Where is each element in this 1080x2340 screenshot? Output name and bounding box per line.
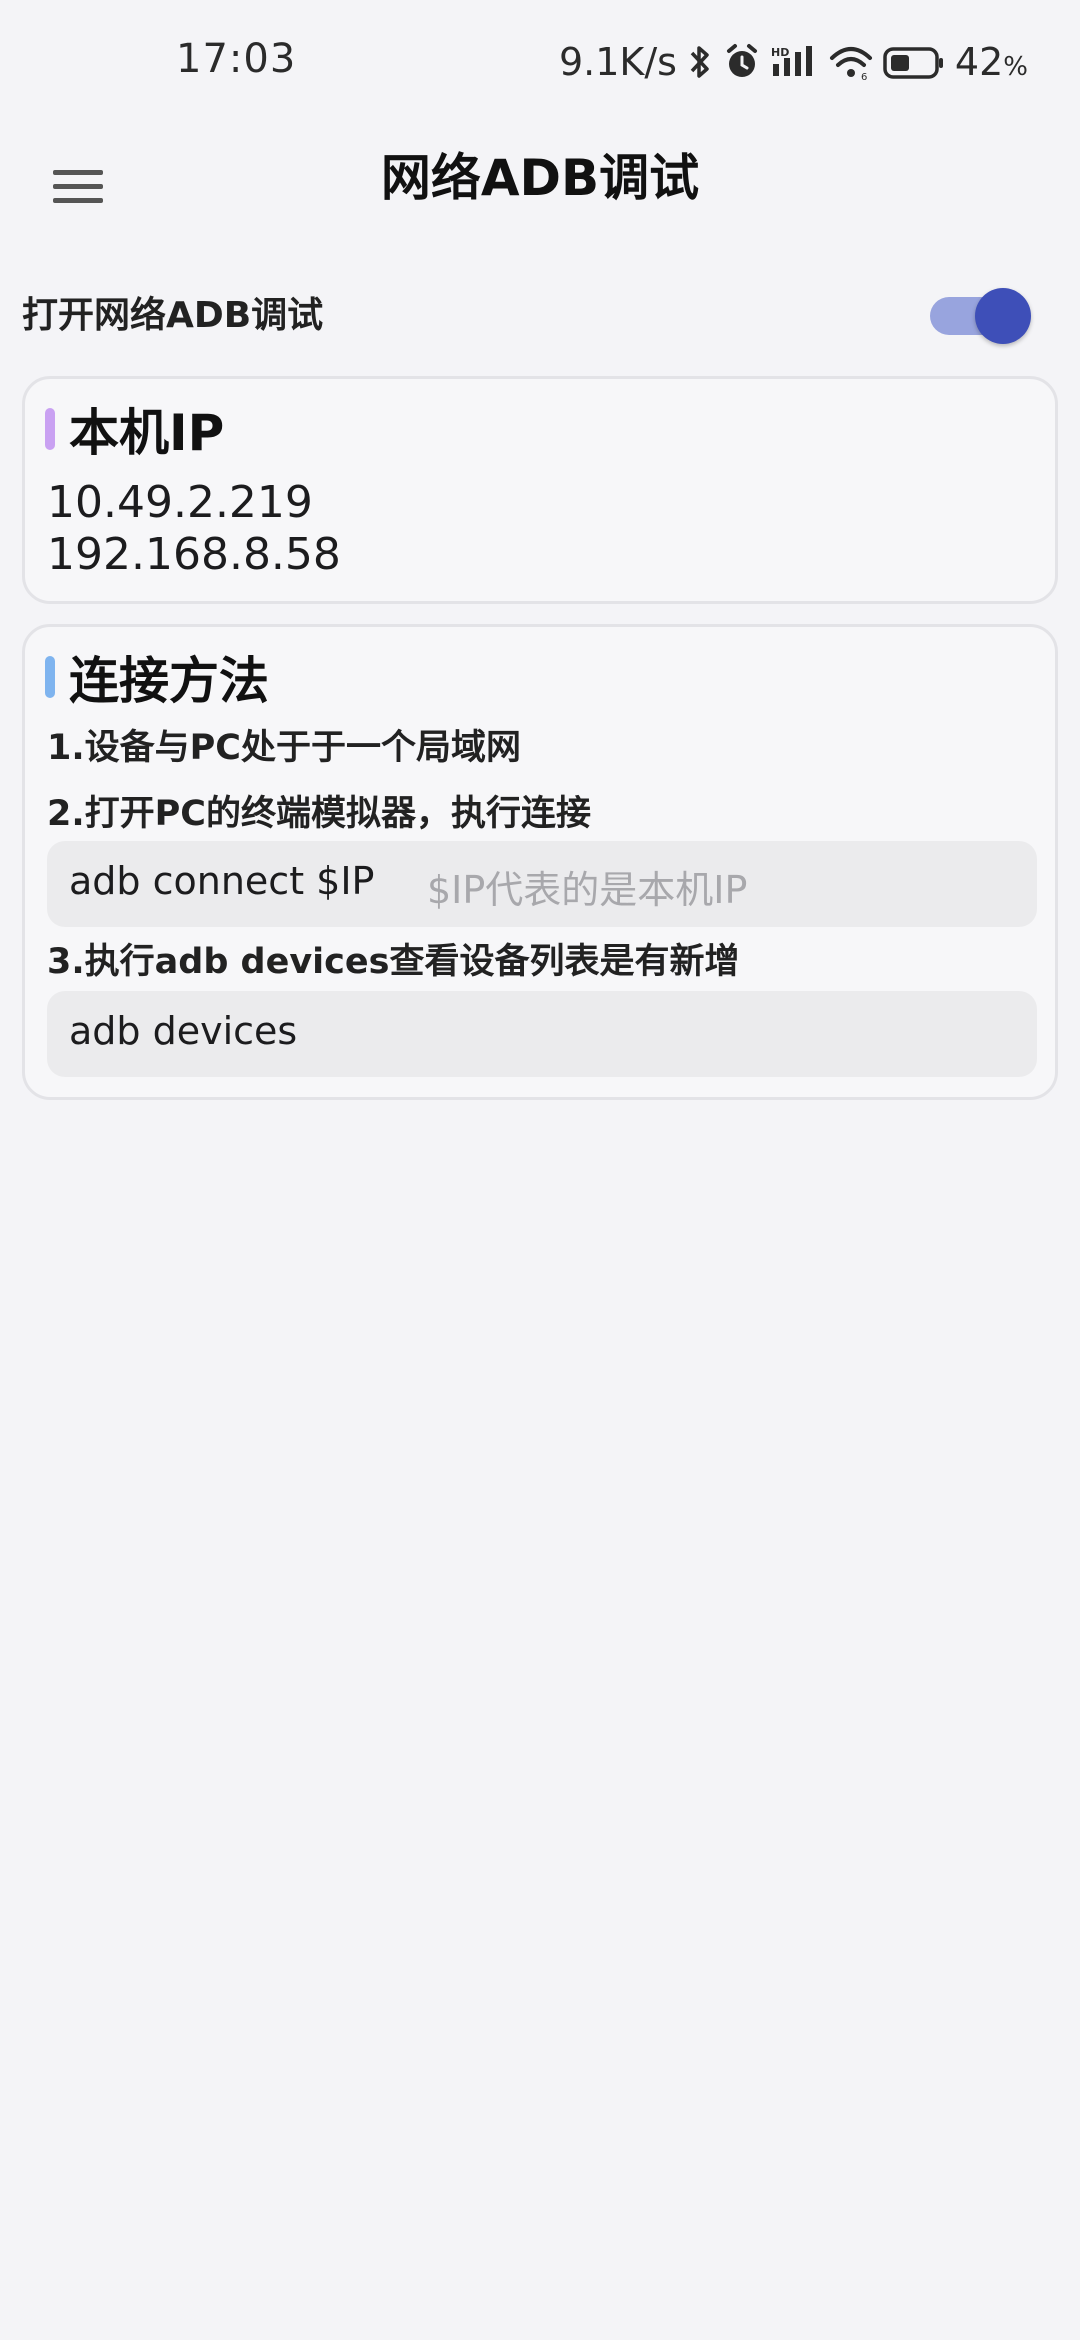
- connect-method-card: 连接方法 1.设备与PC处于于一个局域网 2.打开PC的终端模拟器，执行连接 a…: [22, 624, 1058, 1100]
- svg-text:HD: HD: [771, 46, 789, 59]
- status-bar: 17:03 9.1K/s HD 6 42%: [0, 0, 1080, 124]
- step-3: 3.执行adb devices查看设备列表是有新增: [47, 942, 740, 982]
- connect-command-hint: $IP代表的是本机IP: [427, 868, 748, 912]
- screen: 17:03 9.1K/s HD 6 42% 网络ADB调试 打开网络ADB调试 …: [0, 0, 1080, 2340]
- devices-command-box[interactable]: adb devices: [47, 991, 1037, 1077]
- switch-thumb: [975, 288, 1031, 344]
- network-speed: 9.1K/s: [558, 40, 677, 84]
- status-time: 17:03: [176, 36, 297, 82]
- devices-command: adb devices: [69, 1009, 298, 1053]
- battery-percent: 42%: [955, 40, 1028, 84]
- cellular-signal-icon: HD: [771, 42, 819, 82]
- bluetooth-icon: [687, 42, 713, 82]
- step-1: 1.设备与PC处于于一个局域网: [47, 728, 521, 768]
- connect-card-header: 连接方法: [45, 647, 269, 710]
- step-2: 2.打开PC的终端模拟器，执行连接: [47, 794, 591, 834]
- accent-bar: [45, 408, 55, 450]
- ip-address: 10.49.2.219: [47, 477, 313, 528]
- ip-address: 192.168.8.58: [47, 529, 341, 580]
- connect-command-box[interactable]: adb connect $IP $IP代表的是本机IP: [47, 841, 1037, 927]
- alarm-icon: [723, 42, 761, 82]
- local-ip-card: 本机IP 10.49.2.219 192.168.8.58: [22, 376, 1058, 604]
- wifi-icon: 6: [829, 42, 873, 82]
- svg-text:6: 6: [861, 72, 867, 82]
- connect-command: adb connect $IP: [69, 859, 375, 903]
- battery-icon: [883, 42, 945, 82]
- battery-unit: %: [1003, 52, 1028, 82]
- ip-card-title: 本机IP: [69, 404, 225, 462]
- battery-value: 42: [954, 40, 1004, 84]
- ip-card-header: 本机IP: [45, 399, 224, 462]
- status-icons: 9.1K/s HD 6 42%: [559, 34, 1028, 90]
- adb-switch[interactable]: [930, 280, 1031, 344]
- app-bar: 网络ADB调试: [0, 124, 1080, 284]
- toggle-label: 打开网络ADB调试: [22, 295, 324, 336]
- connect-card-title: 连接方法: [69, 652, 269, 710]
- page-title: 网络ADB调试: [380, 149, 700, 207]
- adb-toggle-row[interactable]: 打开网络ADB调试: [0, 270, 1080, 346]
- accent-bar: [45, 656, 55, 698]
